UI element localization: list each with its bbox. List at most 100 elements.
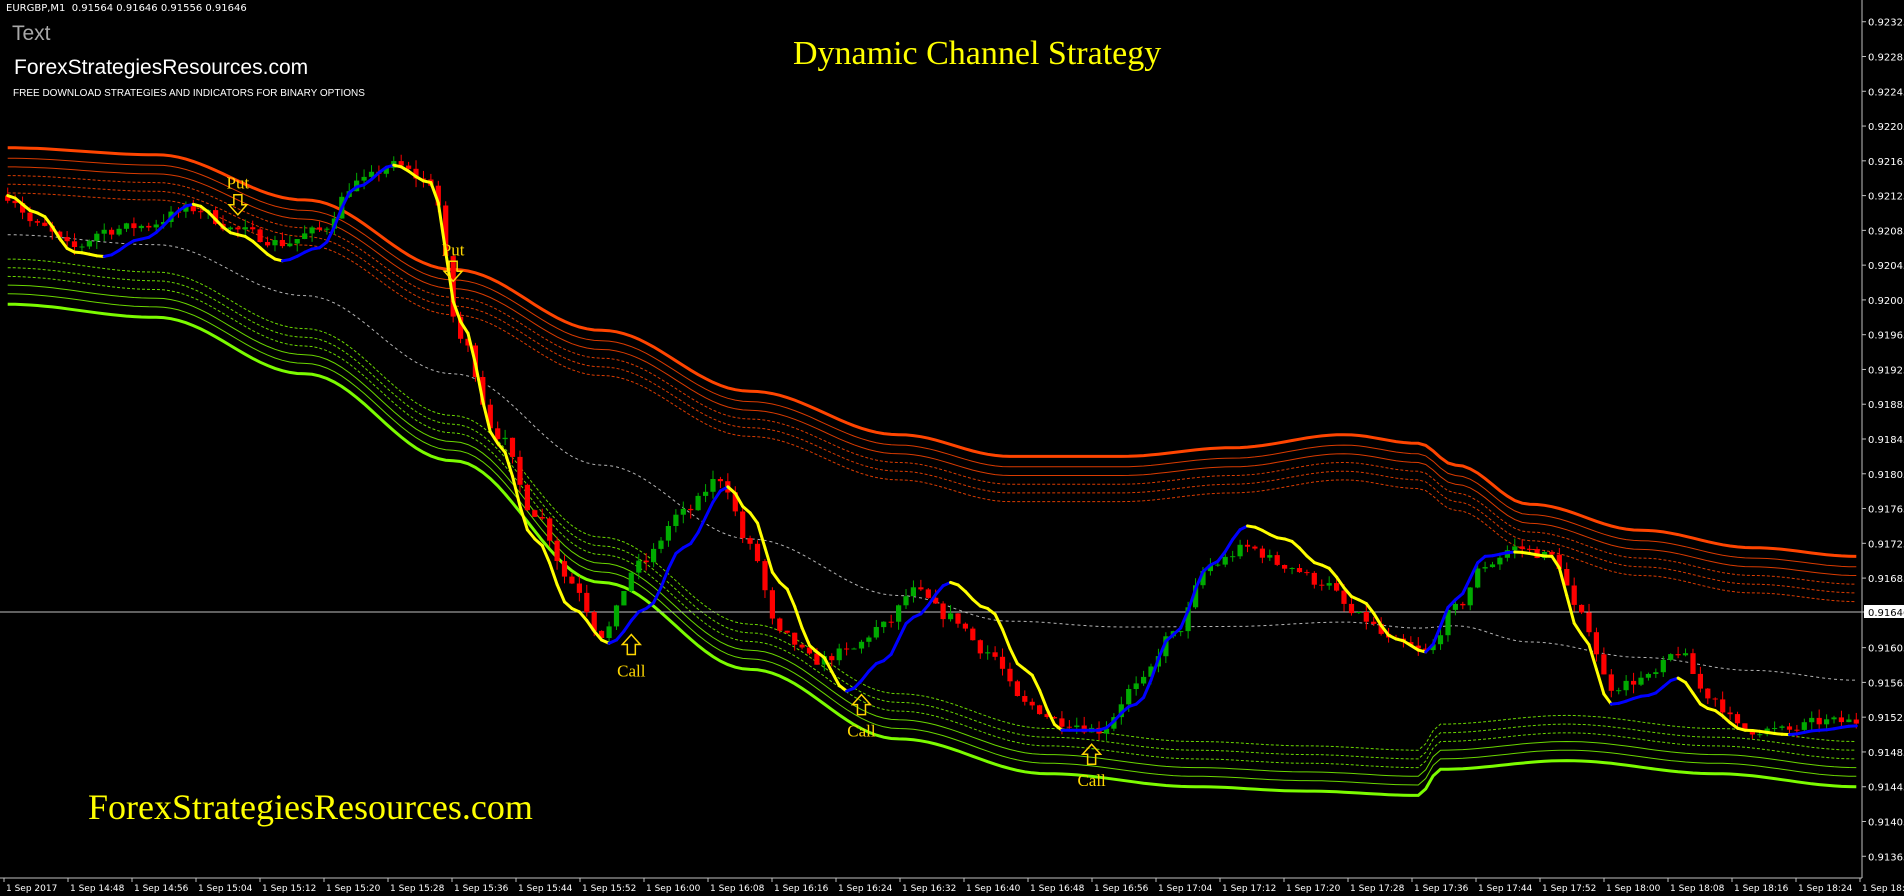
candle-body — [754, 543, 761, 562]
candle-body — [1660, 660, 1666, 673]
candle-body — [1007, 668, 1013, 682]
candle-body — [561, 561, 568, 577]
candle-body — [636, 560, 642, 573]
candle-body — [1014, 681, 1020, 696]
y-tick-label: 0.91765 — [1868, 505, 1904, 516]
candle-body — [1801, 722, 1807, 730]
candle-body — [1564, 569, 1570, 586]
y-tick-label: 0.92005 — [1868, 296, 1904, 307]
y-tick-label: 0.91565 — [1868, 678, 1904, 689]
candle-body — [762, 561, 768, 591]
candle-body — [1452, 603, 1458, 610]
candle-body — [1296, 568, 1303, 573]
candle-body — [153, 224, 159, 228]
candle-body — [1846, 719, 1852, 723]
x-tick-label: 1 Sep 15:04 — [198, 884, 253, 894]
x-tick-label: 1 Sep 17:12 — [1222, 884, 1276, 894]
candle-body — [1244, 544, 1251, 547]
x-tick-label: 1 Sep 16:40 — [966, 884, 1021, 894]
candle-body — [680, 508, 686, 515]
x-tick-label: 1 Sep 16:32 — [902, 884, 956, 894]
x-tick-label: 1 Sep 18:3 — [1862, 884, 1904, 894]
y-tick-label: 0.91805 — [1868, 470, 1904, 481]
candle-body — [524, 484, 530, 511]
price-chart[interactable]: Put Put Call Call Call 0.92325 0.92285 0.92245… — [0, 0, 1904, 896]
candle-body — [1215, 564, 1221, 566]
candle-body — [903, 596, 909, 606]
y-tick-label: 0.92325 — [1868, 18, 1904, 29]
x-tick-label: 1 Sep 18:16 — [1734, 884, 1789, 894]
candle-body — [1230, 556, 1236, 558]
y-tick-label: 0.91965 — [1868, 331, 1904, 342]
y-tick-label: 0.92045 — [1868, 261, 1904, 272]
candle-body — [109, 229, 115, 235]
x-tick-label: 1 Sep 16:08 — [710, 884, 765, 894]
x-tick-label: 1 Sep 17:04 — [1158, 884, 1213, 894]
x-tick-label: 1 Sep 17:44 — [1478, 884, 1533, 894]
candle-body — [42, 222, 48, 226]
candle-body — [1037, 705, 1043, 715]
candle-body — [858, 641, 865, 649]
candle-body — [71, 241, 78, 247]
x-tick-label: 1 Sep 15:28 — [390, 884, 445, 894]
candle-body — [116, 228, 122, 235]
candle-body — [1512, 546, 1518, 551]
candle-body — [1638, 677, 1644, 685]
candle-body — [1623, 680, 1629, 691]
candle-body — [688, 508, 694, 511]
candle-body — [1267, 555, 1273, 558]
candle-body — [844, 648, 850, 650]
x-tick-label: 1 Sep 14:48 — [70, 884, 125, 894]
y-tick-label: 0.91925 — [1868, 365, 1904, 376]
candle-body — [955, 613, 961, 624]
candle-body — [1675, 654, 1681, 656]
candle-body — [1690, 653, 1696, 674]
candle-body — [1029, 701, 1035, 706]
candle-body — [1074, 725, 1080, 728]
candle-body — [146, 225, 152, 228]
plot-background — [0, 0, 1904, 896]
candle-body — [1734, 714, 1741, 724]
candle-body — [1311, 572, 1317, 585]
candle-body — [294, 239, 300, 244]
candle-body — [777, 618, 783, 631]
candle-body — [1616, 690, 1622, 692]
candle-body — [881, 621, 887, 628]
candle-body — [1141, 676, 1147, 684]
candle-body — [1519, 546, 1525, 549]
candle-body — [747, 538, 753, 544]
candle-body — [257, 229, 263, 242]
candle-body — [851, 648, 857, 650]
candle-body — [86, 240, 92, 247]
candle-body — [977, 640, 983, 654]
candle-body — [1757, 734, 1763, 736]
candle-body — [1304, 572, 1310, 574]
candle-body — [673, 514, 679, 526]
candle-body — [643, 560, 649, 563]
candle-body — [1571, 585, 1577, 605]
site-name: ForexStrategiesResources.com — [14, 56, 309, 79]
candle-body — [1467, 587, 1473, 606]
candle-body — [34, 221, 40, 223]
symbol-header: EURGBP,M1 0.91564 0.91646 0.91556 0.9164… — [6, 3, 247, 14]
candle-body — [64, 237, 70, 242]
text-object: Text — [12, 22, 51, 45]
candle-body — [606, 626, 612, 638]
candle-body — [703, 491, 709, 496]
candle-body — [1319, 584, 1325, 586]
candle-body — [101, 229, 107, 234]
candle-body — [918, 587, 924, 590]
y-tick-label: 0.91725 — [1868, 539, 1904, 550]
candle-body — [235, 227, 241, 230]
candle-body — [799, 644, 805, 648]
candle-body — [1794, 729, 1800, 731]
candle-body — [1259, 548, 1265, 558]
candle-body — [1786, 726, 1793, 730]
candle-body — [1653, 672, 1659, 674]
candle-body — [1809, 717, 1815, 723]
x-tick-label: 1 Sep 18:08 — [1670, 884, 1725, 894]
candle-body — [361, 176, 367, 181]
x-tick-label: 1 Sep 15:12 — [262, 884, 316, 894]
candle-body — [1133, 683, 1139, 689]
candle-body — [250, 227, 256, 230]
